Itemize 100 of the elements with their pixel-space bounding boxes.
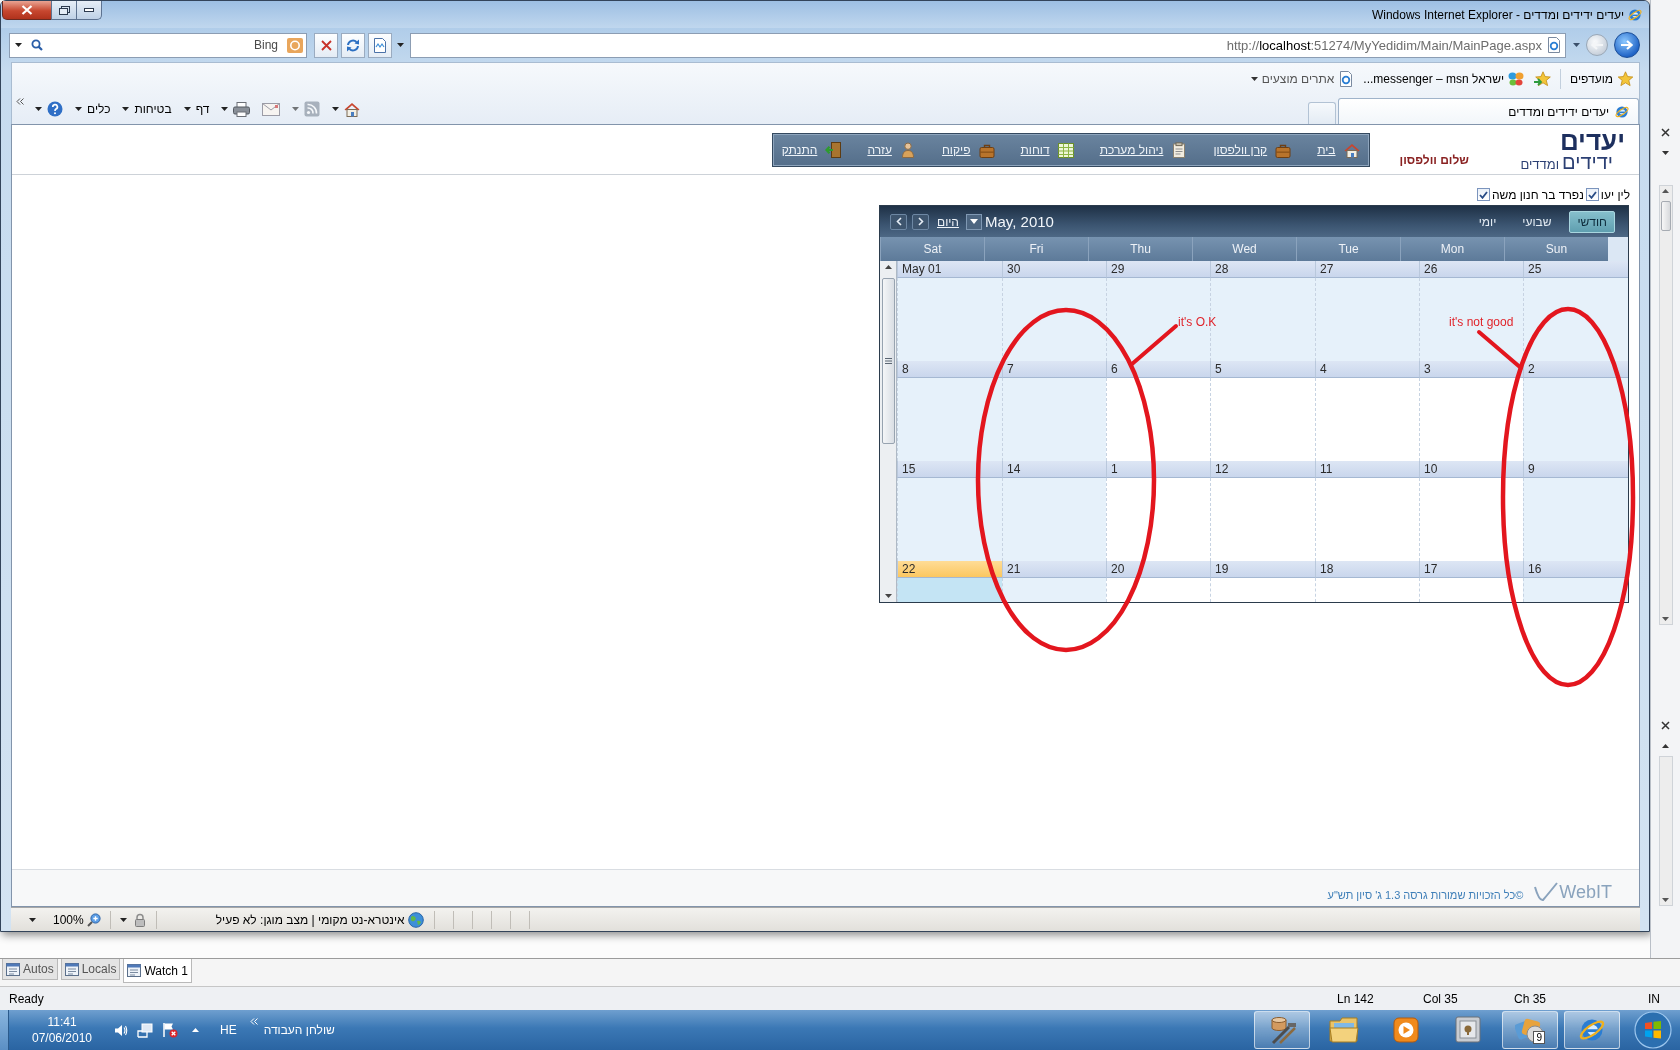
chevron-right-icon	[917, 217, 924, 226]
day-cell[interactable]	[1523, 478, 1628, 561]
double-chevron-icon[interactable]	[16, 98, 24, 105]
taskbar-button[interactable]	[1254, 1011, 1310, 1049]
day-cell[interactable]	[1523, 578, 1628, 602]
next-button[interactable]	[912, 213, 929, 230]
scroll-up-icon[interactable]	[884, 265, 892, 269]
nav-link[interactable]: בית	[1317, 142, 1360, 158]
close-button[interactable]	[2, 1, 52, 20]
day-date: 4	[1315, 361, 1419, 378]
caret-icon[interactable]	[1662, 744, 1669, 748]
nav-link[interactable]: עזרה	[867, 142, 916, 158]
day-cell[interactable]	[897, 478, 1002, 561]
menu-button[interactable]: דף	[181, 98, 212, 120]
refresh-button[interactable]	[341, 32, 365, 58]
caret-icon[interactable]	[1662, 151, 1669, 155]
day-cell[interactable]	[1523, 378, 1628, 461]
nav-link[interactable]: דוחות	[1020, 142, 1074, 158]
nav-link[interactable]: ניהול מערכת	[1099, 142, 1188, 158]
view-tab[interactable]: חודשי	[1569, 210, 1615, 233]
day-cell[interactable]	[1523, 278, 1628, 361]
back-button[interactable]	[1614, 32, 1640, 58]
caret-icon	[15, 43, 22, 47]
day-date: May 01	[897, 261, 1002, 278]
today-link[interactable]: היום	[937, 214, 959, 229]
vertical-scrollbar[interactable]	[880, 261, 897, 602]
restore-button[interactable]	[51, 1, 77, 20]
day-cell[interactable]	[1002, 278, 1106, 361]
swoosh-icon	[1534, 882, 1559, 902]
scroll-down-icon[interactable]	[1662, 617, 1669, 621]
favorite-link[interactable]: אתרים מוצעים	[1250, 70, 1355, 87]
day-date: 11	[1315, 461, 1419, 478]
stop-button[interactable]	[314, 32, 338, 58]
day-cell[interactable]	[897, 278, 1002, 361]
search-field[interactable]: Bing	[9, 32, 307, 58]
language-indicator[interactable]: HE	[220, 1023, 237, 1037]
page-icon	[1338, 70, 1355, 87]
scroll-up-icon[interactable]	[1662, 189, 1669, 193]
flag-icon[interactable]	[162, 1022, 178, 1038]
day-cell[interactable]	[897, 378, 1002, 461]
nav-link[interactable]: קרן וולפסון	[1213, 142, 1292, 158]
taskbar-button[interactable]	[1564, 1011, 1620, 1049]
taskbar-button[interactable]: 9	[1502, 1011, 1558, 1049]
scrollbar-thumb[interactable]	[1660, 201, 1671, 231]
annotation-text: it's O.K	[1178, 315, 1217, 329]
minimize-button[interactable]	[76, 1, 102, 20]
add-favorite-button[interactable]	[1533, 70, 1551, 87]
date-picker-button[interactable]	[966, 213, 982, 230]
compatibility-view-button[interactable]	[368, 32, 392, 58]
debug-tab[interactable]: Locals	[60, 959, 121, 980]
menu-button[interactable]: בטיחות	[120, 98, 174, 120]
annotation-line	[1130, 324, 1178, 366]
day-cell[interactable]	[897, 578, 1002, 602]
weekday-header: Tue	[1296, 237, 1400, 261]
checkbox[interactable]	[1476, 188, 1490, 201]
close-icon[interactable]	[1661, 721, 1670, 730]
day-cell[interactable]	[1315, 278, 1419, 361]
caret-up-icon[interactable]	[192, 1028, 199, 1032]
scroll-down-icon[interactable]	[884, 594, 892, 598]
show-desktop-button[interactable]	[0, 1010, 9, 1050]
browser-tab[interactable]: יעדים ידידים ומדדים	[1338, 98, 1639, 124]
scrollbar-thumb[interactable]	[881, 278, 895, 444]
address-field[interactable]: http://localhost:51274/MyYedidim/Main/MainPage.aspx	[410, 32, 1566, 58]
caret-icon	[332, 107, 340, 111]
safe-icon	[1455, 1016, 1481, 1044]
favorite-link[interactable]: ...messenger – msn ישראל	[1363, 71, 1524, 86]
view-tab[interactable]: יומי	[1470, 210, 1505, 233]
close-icon	[21, 5, 33, 15]
caret-icon	[1572, 43, 1580, 47]
day-date: 18	[1315, 561, 1419, 578]
checkbox[interactable]	[1585, 188, 1599, 201]
debug-tab[interactable]: Watch 1	[123, 959, 192, 983]
view-tab[interactable]: שבועי	[1514, 210, 1560, 233]
nav-link[interactable]: התנתק	[781, 142, 842, 158]
close-icon[interactable]	[1661, 128, 1670, 137]
speaker-icon[interactable]	[114, 1023, 128, 1037]
day-cell[interactable]	[1419, 278, 1523, 361]
zoom-button[interactable]: 100%	[29, 912, 101, 927]
favorites-button[interactable]: מועדפים	[1570, 70, 1634, 87]
zoom-icon	[86, 912, 101, 927]
day-date: 17	[1419, 561, 1523, 578]
nav-link[interactable]: פיקוח	[941, 142, 995, 158]
window-icon	[64, 962, 79, 976]
vertical-scrollbar[interactable]	[1658, 185, 1673, 625]
day-cell[interactable]	[1002, 378, 1106, 461]
vertical-scrollbar[interactable]	[1658, 756, 1673, 906]
protected-mode-button[interactable]	[119, 912, 147, 927]
network-icon[interactable]	[137, 1022, 153, 1038]
menu-button[interactable]: כלים	[73, 98, 113, 120]
previous-button[interactable]	[890, 213, 907, 230]
butterfly-icon	[1508, 71, 1524, 86]
logo-subtitle: ידידים	[1562, 153, 1613, 172]
chevron-left-icon	[895, 217, 902, 226]
day-cell[interactable]	[1002, 478, 1106, 561]
day-cell[interactable]	[1002, 578, 1106, 602]
scroll-down-icon[interactable]	[1662, 898, 1669, 902]
debug-tab[interactable]: Autos	[2, 959, 58, 980]
clock[interactable]: 11:41 07/06/2010	[27, 1014, 97, 1046]
help-icon	[47, 101, 63, 117]
house-icon	[344, 101, 361, 117]
